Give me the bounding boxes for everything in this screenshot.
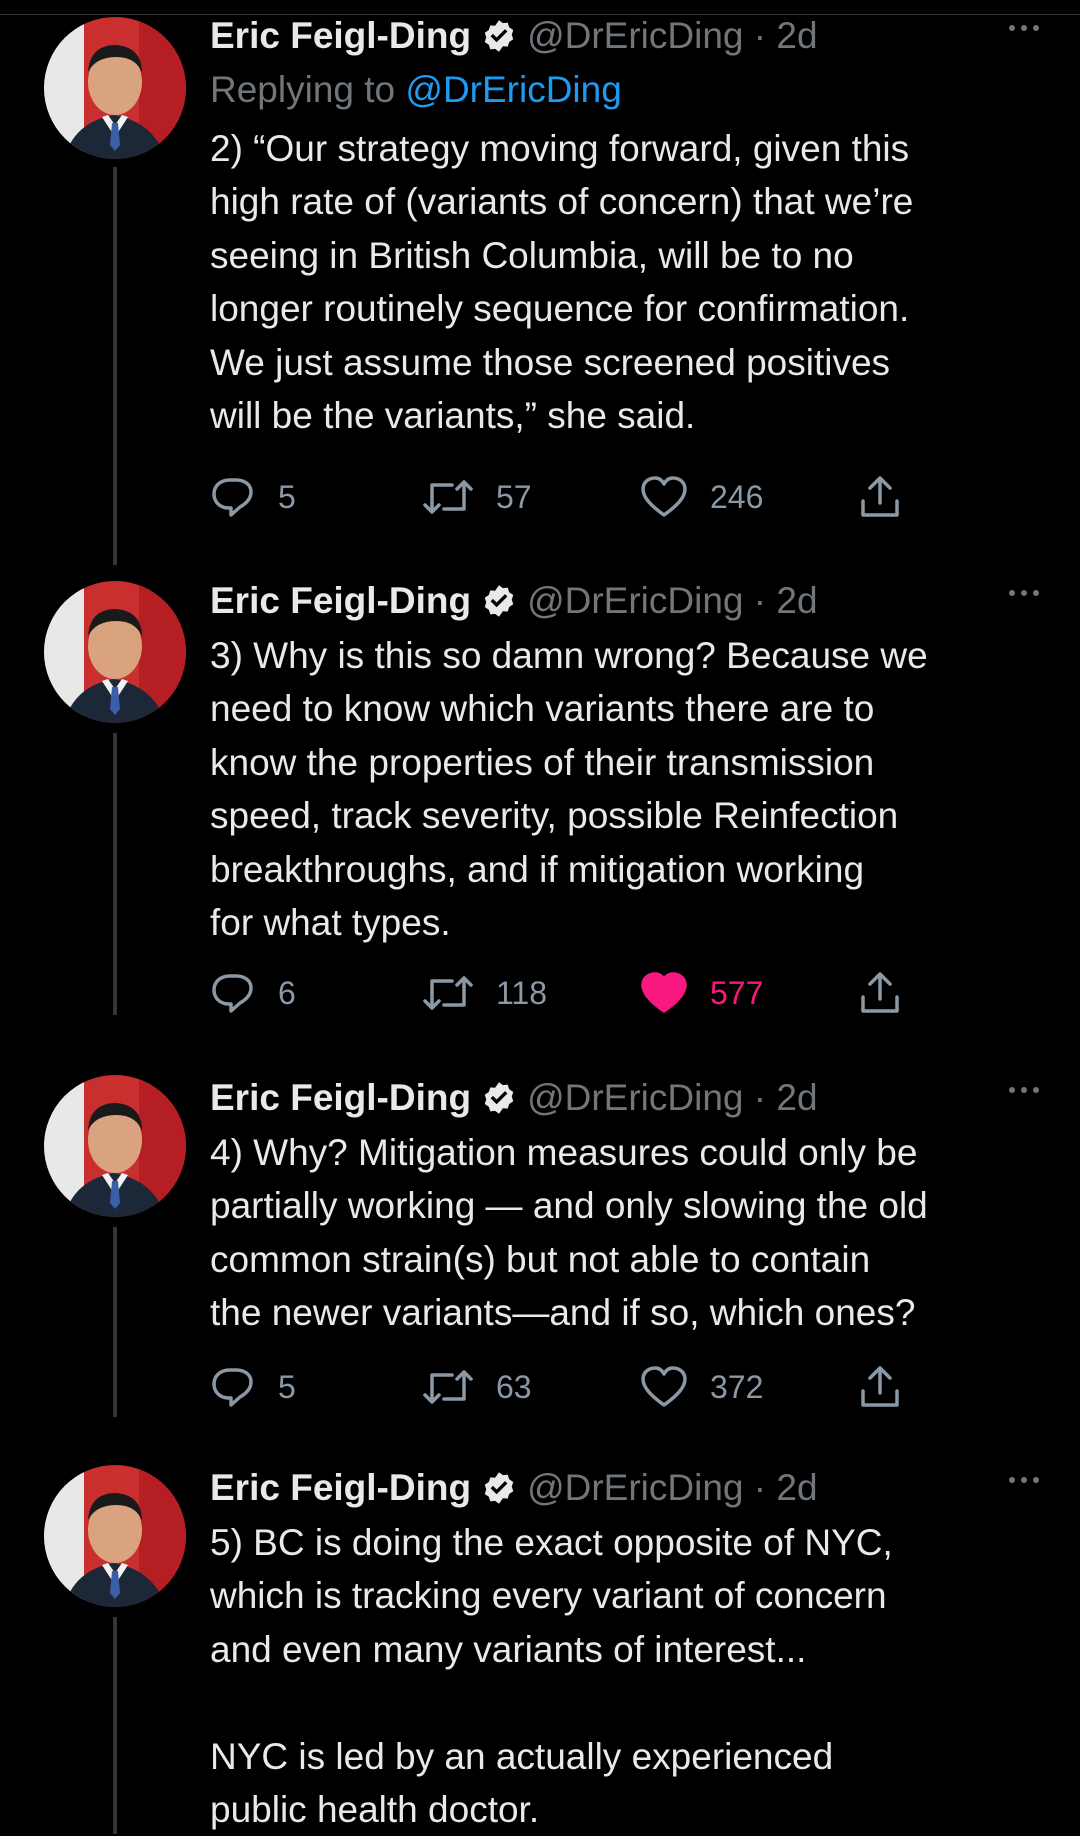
retweet-button[interactable]: 63 <box>422 1362 532 1412</box>
author-name[interactable]: Eric Feigl-Ding <box>210 1077 471 1119</box>
retweet-icon <box>423 480 473 514</box>
retweet-count: 63 <box>496 1368 532 1405</box>
verified-badge-icon <box>484 20 514 52</box>
reply-count: 6 <box>278 974 296 1011</box>
avatar[interactable] <box>44 17 186 159</box>
tweet-time[interactable]: 2d <box>776 1077 817 1119</box>
avatar-photo <box>44 17 186 159</box>
more-options-icon[interactable] <box>1004 583 1044 603</box>
author-handle[interactable]: @DrEricDing <box>527 1467 743 1509</box>
author-name[interactable]: Eric Feigl-Ding <box>210 580 471 622</box>
retweet-count: 118 <box>496 974 548 1011</box>
tweet-1[interactable]: Eric Feigl-Ding @DrEricDing · 2d Replyin… <box>0 0 1080 565</box>
replying-to: Replying to @DrEricDing <box>210 64 1050 116</box>
reply-icon <box>212 1368 253 1407</box>
author-name[interactable]: Eric Feigl-Ding <box>210 1467 471 1509</box>
author-handle[interactable]: @DrEricDing <box>527 580 743 622</box>
thread-line <box>113 1617 117 1834</box>
avatar-photo <box>44 1075 186 1217</box>
replying-mention[interactable]: @DrEricDing <box>405 69 621 110</box>
tweet-4[interactable]: Eric Feigl-Ding @DrEricDing · 2d 5) BC i… <box>0 1452 1080 1834</box>
retweet-button[interactable]: 57 <box>422 472 532 522</box>
avatar[interactable] <box>44 1075 186 1217</box>
retweet-count: 57 <box>496 478 532 515</box>
like-button[interactable]: 246 <box>640 472 763 522</box>
tweet-time[interactable]: 2d <box>776 15 817 57</box>
retweet-icon <box>423 976 473 1010</box>
author-handle[interactable]: @DrEricDing <box>527 15 743 57</box>
avatar-photo <box>44 1465 186 1607</box>
share-icon <box>861 1366 899 1407</box>
thread-line <box>113 733 117 1015</box>
tweet-text: 4) Why? Mitigation measures could only b… <box>210 1132 928 1334</box>
replying-label: Replying to <box>210 69 396 110</box>
like-button[interactable]: 372 <box>640 1362 763 1412</box>
verified-badge-icon <box>484 1082 514 1114</box>
tweet-text: 3) Why is this so damn wrong? Because we… <box>210 635 928 944</box>
tweet-text: 5) BC is doing the exact opposite of NYC… <box>210 1522 893 1831</box>
tweet-header: Eric Feigl-Ding @DrEricDing · 2d <box>210 1460 1050 1516</box>
heart-icon <box>641 1366 687 1407</box>
verified-badge-icon <box>484 585 514 617</box>
retweet-icon <box>423 1370 473 1404</box>
tweet-header: Eric Feigl-Ding @DrEricDing · 2d <box>210 573 1050 629</box>
reply-icon <box>212 478 253 517</box>
more-options-icon[interactable] <box>1004 1080 1044 1100</box>
tweet-3[interactable]: Eric Feigl-Ding @DrEricDing · 2d 4) Why?… <box>0 1062 1080 1462</box>
thread-line <box>113 1227 117 1417</box>
separator-dot: · <box>743 15 777 56</box>
tweet-header: Eric Feigl-Ding @DrEricDing · 2d <box>210 1070 1050 1126</box>
avatar[interactable] <box>44 1465 186 1607</box>
reply-button[interactable]: 6 <box>210 968 296 1018</box>
author-handle[interactable]: @DrEricDing <box>527 1077 743 1119</box>
thread-line <box>113 167 117 565</box>
verified-badge-icon <box>484 1472 514 1504</box>
reply-icon <box>212 974 253 1013</box>
reply-button[interactable]: 5 <box>210 1362 296 1412</box>
more-options-icon[interactable] <box>1004 18 1044 38</box>
reply-count: 5 <box>278 1368 296 1405</box>
action-bar: 6 118 577 <box>210 968 910 1018</box>
tweet-time[interactable]: 2d <box>776 1467 817 1509</box>
share-icon <box>861 476 899 517</box>
action-bar: 5 63 372 <box>210 1362 910 1412</box>
tweet-time[interactable]: 2d <box>776 580 817 622</box>
avatar-photo <box>44 581 186 723</box>
action-bar: 5 57 246 <box>210 472 910 522</box>
like-count: 372 <box>710 1368 764 1405</box>
more-options-icon[interactable] <box>1004 1470 1044 1490</box>
retweet-button[interactable]: 118 <box>422 968 547 1018</box>
heart-filled-icon <box>641 972 687 1013</box>
separator-dot: · <box>743 1467 777 1508</box>
share-icon <box>861 972 899 1013</box>
share-button[interactable] <box>858 472 902 522</box>
separator-dot: · <box>743 580 777 621</box>
tweet-2[interactable]: Eric Feigl-Ding @DrEricDing · 2d 3) Why … <box>0 565 1080 1015</box>
separator-dot: · <box>743 1077 777 1118</box>
reply-count: 5 <box>278 478 296 515</box>
reply-button[interactable]: 5 <box>210 472 296 522</box>
avatar[interactable] <box>44 581 186 723</box>
tweet-text: 2) “Our strategy moving forward, given t… <box>210 128 914 437</box>
author-name[interactable]: Eric Feigl-Ding <box>210 15 471 57</box>
tweet-header: Eric Feigl-Ding @DrEricDing · 2d <box>210 8 1050 64</box>
like-button[interactable]: 577 <box>640 968 763 1018</box>
like-count: 577 <box>710 974 764 1011</box>
share-button[interactable] <box>858 1362 902 1412</box>
like-count: 246 <box>710 478 764 515</box>
heart-icon <box>641 476 687 517</box>
share-button[interactable] <box>858 968 902 1018</box>
